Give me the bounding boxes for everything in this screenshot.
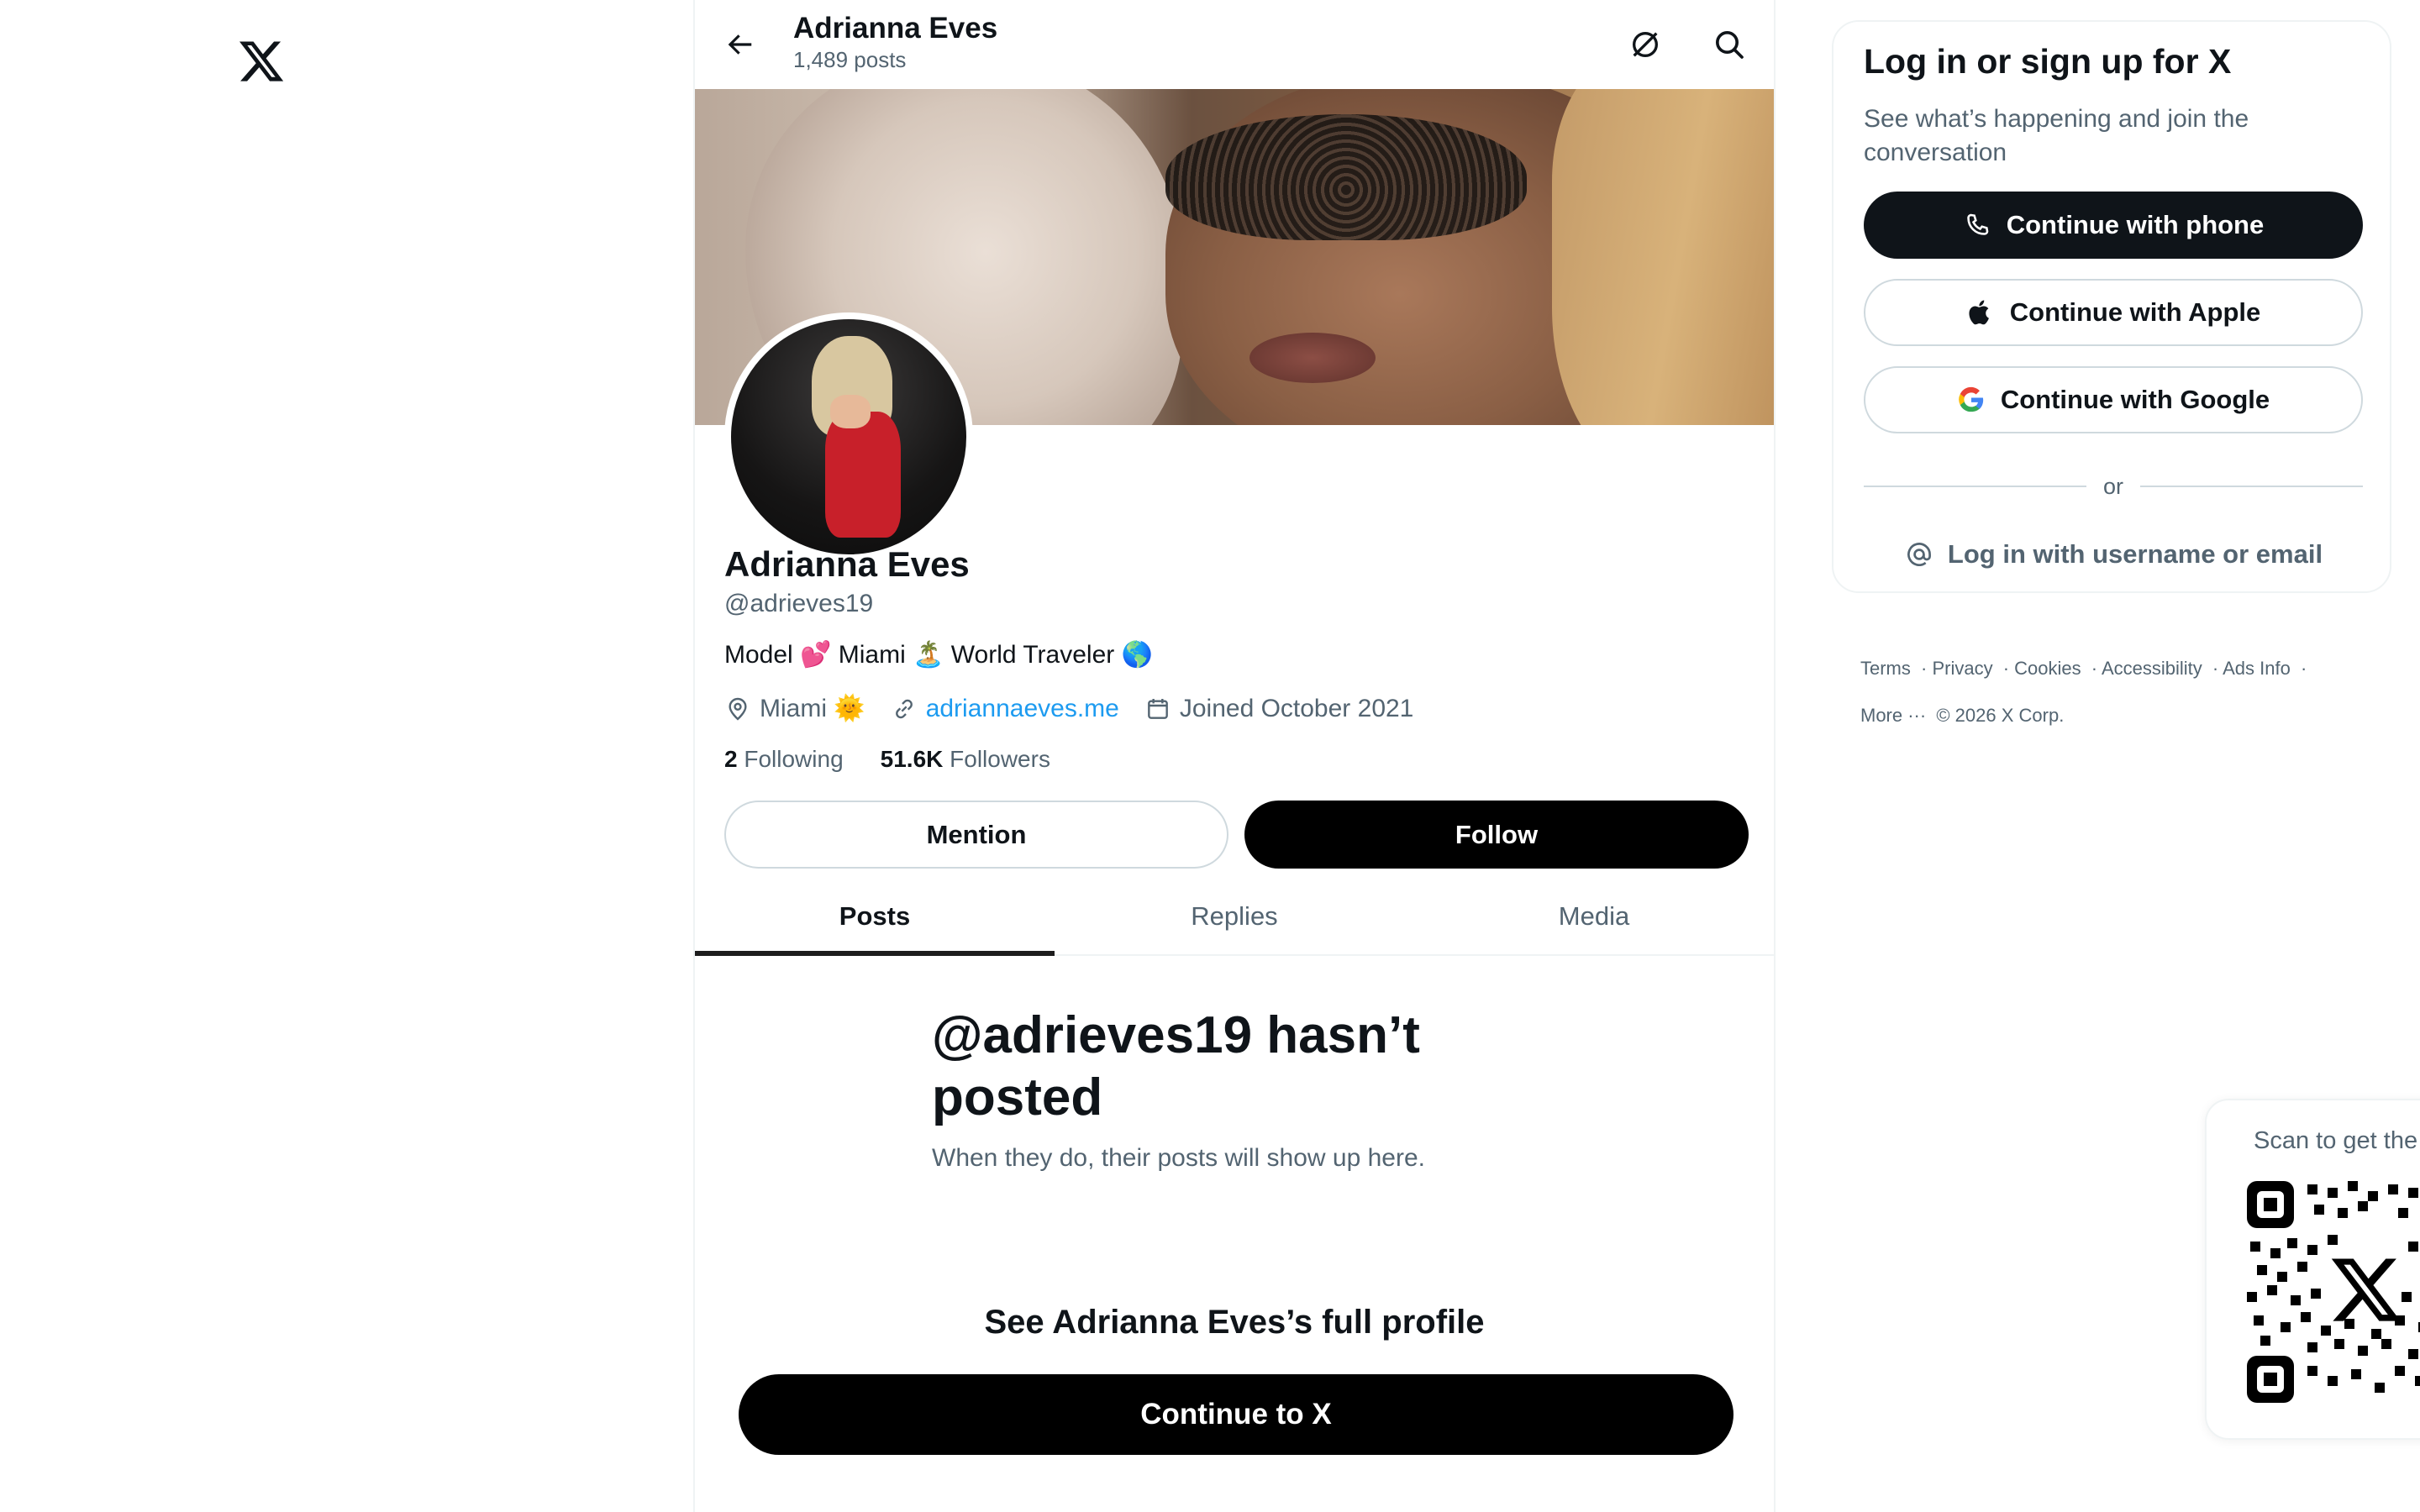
qr-card: Scan to get the — [2205, 1099, 2420, 1440]
login-username-button[interactable]: Log in with username or email — [1864, 521, 2363, 588]
profile-website-link[interactable]: adriannaeves.me — [926, 695, 1119, 723]
following-count: 2 — [724, 746, 738, 772]
header-title: Adrianna Eves — [793, 12, 998, 45]
google-icon — [1959, 386, 1984, 412]
profile-handle: @adrieves19 — [724, 590, 874, 617]
footer-link-accessibility[interactable]: Accessibility — [2102, 658, 2202, 679]
full-profile-heading: See Adrianna Eves’s full profile — [984, 1304, 1485, 1341]
empty-state-subtitle: When they do, their posts will show up h… — [932, 1144, 1425, 1172]
back-arrow-icon[interactable] — [720, 25, 759, 64]
x-logo-icon[interactable] — [237, 37, 286, 86]
footer-more-link[interactable]: More ··· — [1860, 705, 1926, 726]
header-post-count: 1,489 posts — [793, 47, 907, 72]
profile-website[interactable]: adriannaeves.me — [891, 695, 1119, 723]
banner-mask-shape — [1165, 114, 1527, 240]
profile-header-bar: Adrianna Eves 1,489 posts — [695, 0, 1774, 89]
login-username-label: Log in with username or email — [1947, 539, 2323, 569]
or-text: or — [2103, 473, 2124, 499]
followers-label: Followers — [950, 746, 1050, 772]
location-pin-icon — [729, 697, 747, 721]
following-link[interactable]: 2 Following — [724, 746, 844, 773]
divider-line — [1864, 486, 2086, 487]
footer-link-privacy[interactable]: Privacy — [1932, 658, 1992, 679]
follow-button[interactable]: Follow — [1244, 801, 1749, 869]
tab-posts[interactable]: Posts — [695, 879, 1055, 956]
profile-location: Miami 🌞 — [724, 694, 865, 723]
profile-meta: Miami 🌞 adriannaeves.me Joined October 2… — [724, 694, 1427, 723]
divider-line — [2140, 486, 2364, 487]
avatar-dress-shape — [825, 412, 901, 538]
or-divider: or — [1864, 465, 2364, 507]
continue-with-apple-button[interactable]: Continue with Apple — [1864, 279, 2363, 346]
phone-icon — [1966, 213, 1989, 235]
login-title: Log in or sign up for X — [1864, 42, 2232, 81]
grok-icon[interactable] — [1626, 25, 1665, 64]
footer-copyright: © 2026 X Corp. — [1936, 705, 2065, 726]
tab-media[interactable]: Media — [1414, 879, 1774, 954]
qr-code-image — [2247, 1181, 2420, 1403]
followers-count: 51.6K — [880, 746, 944, 772]
profile-stats: 2 Following 51.6K Followers — [724, 746, 1050, 773]
banner-hair-shape — [1552, 89, 1774, 425]
avatar-skin-shape — [830, 395, 871, 428]
tab-replies[interactable]: Replies — [1055, 879, 1414, 954]
avatar[interactable] — [724, 312, 973, 561]
profile-joined-text: Joined October 2021 — [1179, 694, 1414, 722]
calendar-icon — [1147, 698, 1168, 719]
empty-state-title: @adrieves19 hasn’t posted — [932, 1006, 1420, 1126]
footer-links: Terms · Privacy · Cookies · Accessibilit… — [1860, 658, 2307, 726]
footer-link-terms[interactable]: Terms — [1860, 658, 1911, 679]
footer-link-ads-info[interactable]: Ads Info — [2223, 658, 2291, 679]
followers-link[interactable]: 51.6K Followers — [881, 746, 1050, 773]
search-icon[interactable] — [1710, 25, 1749, 64]
profile-bio: Model 💕 Miami 🏝️ World Traveler 🌎 — [724, 641, 1153, 669]
apple-icon — [1969, 300, 1989, 325]
at-sign-icon — [1907, 543, 1931, 566]
banner-lips-shape — [1249, 333, 1376, 383]
mention-button[interactable]: Mention — [724, 801, 1228, 869]
login-subtitle: See what’s happening and join the conver… — [1864, 105, 2249, 166]
profile-column: Adrianna Eves 1,489 posts Adrianna Eves … — [693, 0, 1776, 1512]
footer-link-cookies[interactable]: Cookies — [2014, 658, 2081, 679]
following-label: Following — [744, 746, 844, 772]
continue-to-x-button[interactable]: Continue to X — [739, 1374, 1733, 1455]
continue-with-google-button[interactable]: Continue with Google — [1864, 366, 2363, 433]
profile-joined: Joined October 2021 — [1144, 694, 1414, 723]
apple-button-label: Continue with Apple — [2009, 297, 2261, 327]
qr-label: Scan to get the — [2254, 1127, 2418, 1154]
profile-location-text: Miami 🌞 — [760, 695, 865, 722]
profile-tabs: Posts Replies Media — [695, 879, 1774, 956]
google-button-label: Continue with Google — [2000, 385, 2270, 414]
link-icon — [895, 699, 913, 718]
phone-button-label: Continue with phone — [2006, 210, 2265, 239]
login-card: Log in or sign up for X See what’s happe… — [1832, 20, 2391, 593]
profile-name: Adrianna Eves — [724, 544, 970, 584]
continue-with-phone-button[interactable]: Continue with phone — [1864, 192, 2363, 259]
